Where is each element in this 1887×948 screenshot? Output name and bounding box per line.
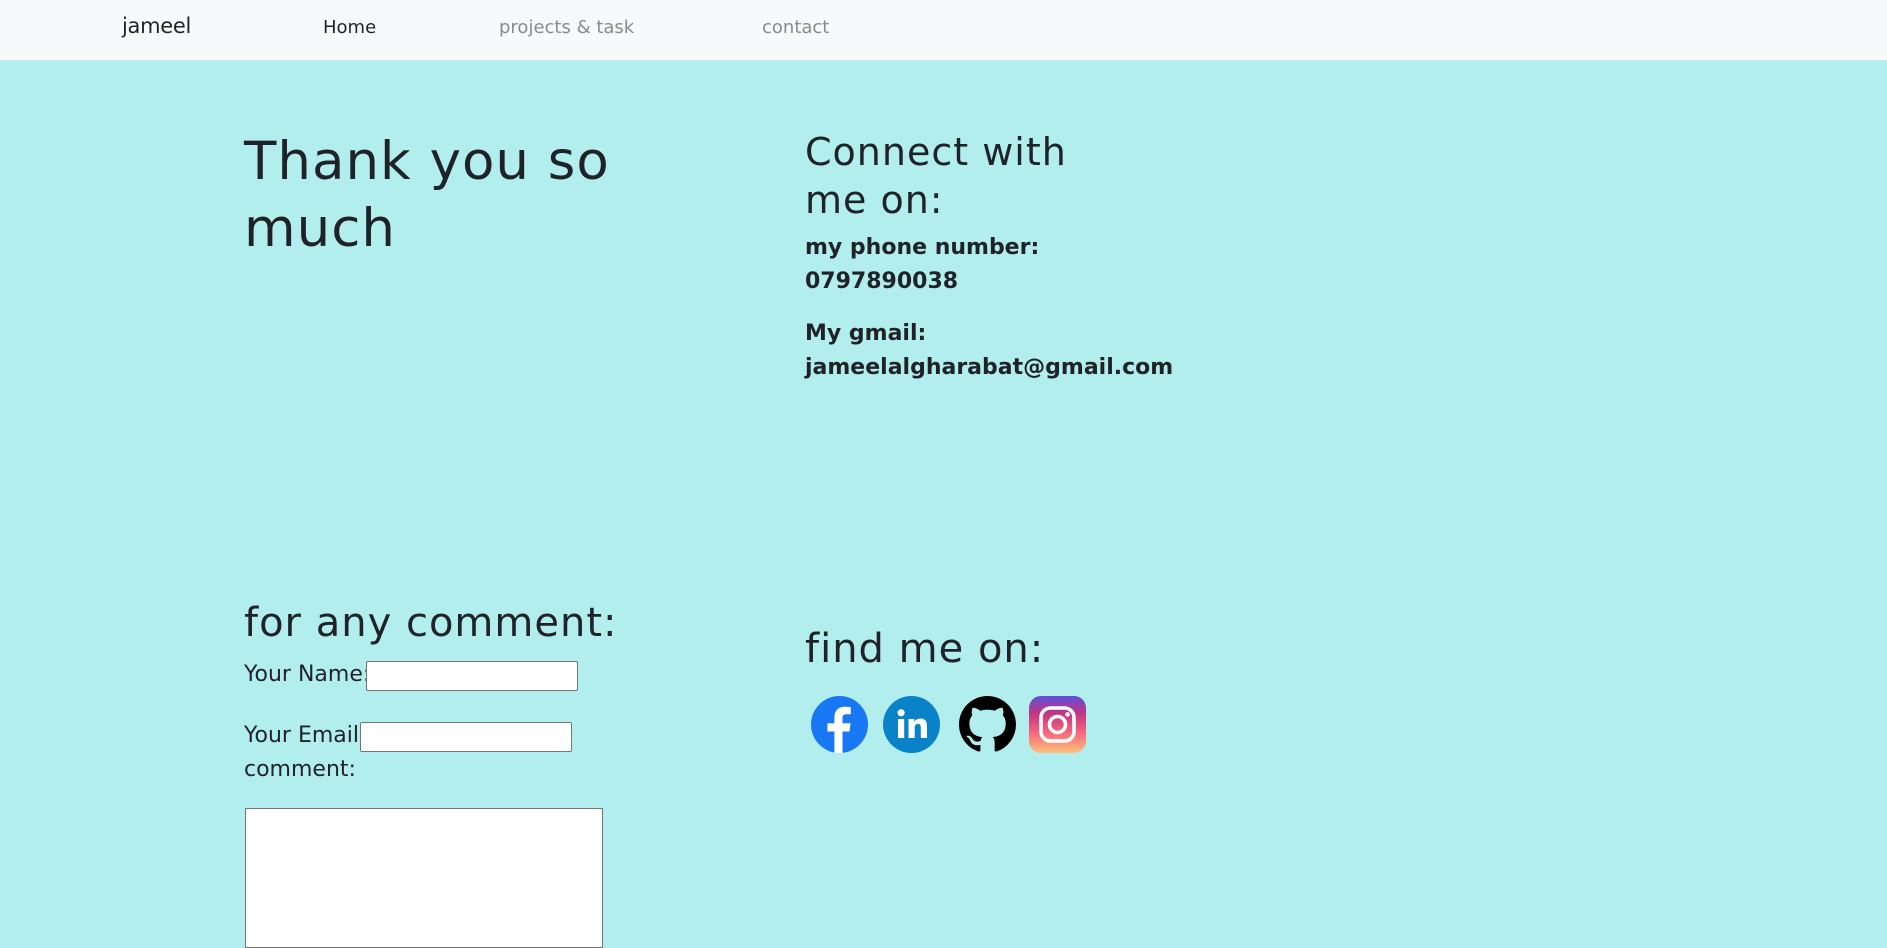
nav-link-projects[interactable]: projects & task xyxy=(499,17,634,38)
facebook-icon[interactable] xyxy=(811,696,868,753)
comment-label: comment: xyxy=(244,757,356,782)
email-label: Your Email: xyxy=(244,723,367,748)
nav-link-contact[interactable]: contact xyxy=(762,17,829,38)
name-input[interactable] xyxy=(366,661,578,691)
phone-label: my phone number: xyxy=(805,235,1040,260)
navbar: jameel Home projects & task contact xyxy=(0,0,1887,60)
brand-link[interactable]: jameel xyxy=(122,14,191,38)
linkedin-icon[interactable] xyxy=(883,696,940,753)
gmail-value: jameelalgharabat@gmail.com xyxy=(805,355,1174,380)
github-icon[interactable] xyxy=(959,696,1016,753)
name-label: Your Name: xyxy=(244,662,371,687)
instagram-icon[interactable] xyxy=(1029,696,1086,753)
comment-textarea[interactable] xyxy=(245,808,603,948)
gmail-info: My gmail: jameelalgharabat@gmail.com xyxy=(805,317,1173,385)
phone-info: my phone number: 0797890038 xyxy=(805,231,1039,299)
gmail-label: My gmail: xyxy=(805,321,927,346)
comment-heading: for any comment: xyxy=(244,600,618,646)
connect-heading: Connect with me on: xyxy=(805,130,1067,222)
nav-link-home[interactable]: Home xyxy=(323,17,376,38)
phone-value: 0797890038 xyxy=(805,269,959,294)
find-me-heading: find me on: xyxy=(805,626,1045,672)
thank-you-heading: Thank you so much xyxy=(244,131,610,259)
email-input[interactable] xyxy=(360,722,572,752)
